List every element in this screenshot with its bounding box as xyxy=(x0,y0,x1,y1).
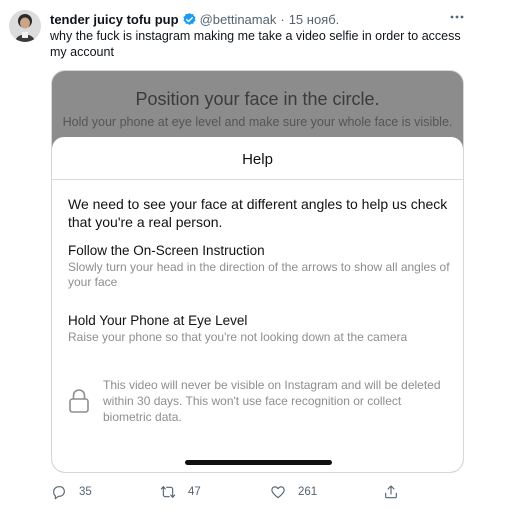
section-heading: Follow the On-Screen Instruction xyxy=(68,243,265,258)
tweet: tender juicy tofu pup @bettinamak · 15 н… xyxy=(0,0,510,512)
lock-icon xyxy=(68,388,90,414)
tweet-header: tender juicy tofu pup @bettinamak · 15 н… xyxy=(50,10,339,28)
timestamp[interactable]: 15 нояб. xyxy=(289,12,340,27)
tweet-text: why the fuck is instagram making me take… xyxy=(50,29,461,59)
retweet-icon xyxy=(160,486,176,498)
sheet-title: Help xyxy=(242,151,273,168)
attached-image[interactable]: Position your face in the circle. Hold y… xyxy=(51,70,464,473)
section-body: Raise your phone so that you're not look… xyxy=(68,330,408,344)
retweet-button[interactable]: 47 xyxy=(160,482,201,502)
avatar[interactable] xyxy=(9,10,41,42)
tweet-actions: 35 47 261 xyxy=(0,482,510,502)
like-button[interactable]: 261 xyxy=(270,482,317,502)
backdrop-subtitle: Hold your phone at eye level and make su… xyxy=(62,115,453,129)
reply-icon xyxy=(53,486,65,500)
home-indicator xyxy=(185,460,332,465)
retweet-count: 47 xyxy=(188,486,201,498)
like-count: 261 xyxy=(298,486,318,498)
section-body: Slowly turn your head in the direction o… xyxy=(68,260,450,289)
ellipsis-icon[interactable] xyxy=(446,9,468,27)
reply-count: 35 xyxy=(79,486,92,498)
privacy-note: This video will never be visible on Inst… xyxy=(103,378,441,424)
handle[interactable]: @bettinamak xyxy=(200,12,277,27)
share-icon xyxy=(385,485,397,499)
divider xyxy=(52,179,463,180)
intro-text: We need to see your face at different an… xyxy=(68,196,448,230)
display-name[interactable]: tender juicy tofu pup xyxy=(50,12,179,27)
like-icon xyxy=(271,486,285,499)
help-sheet: Help We need to see your face at differe… xyxy=(52,137,463,472)
verified-badge-icon xyxy=(182,12,197,27)
share-button[interactable] xyxy=(383,482,411,502)
reply-button[interactable]: 35 xyxy=(51,482,92,502)
section-heading: Hold Your Phone at Eye Level xyxy=(68,313,248,328)
backdrop-title: Position your face in the circle. xyxy=(135,89,380,109)
separator: · xyxy=(280,11,285,27)
